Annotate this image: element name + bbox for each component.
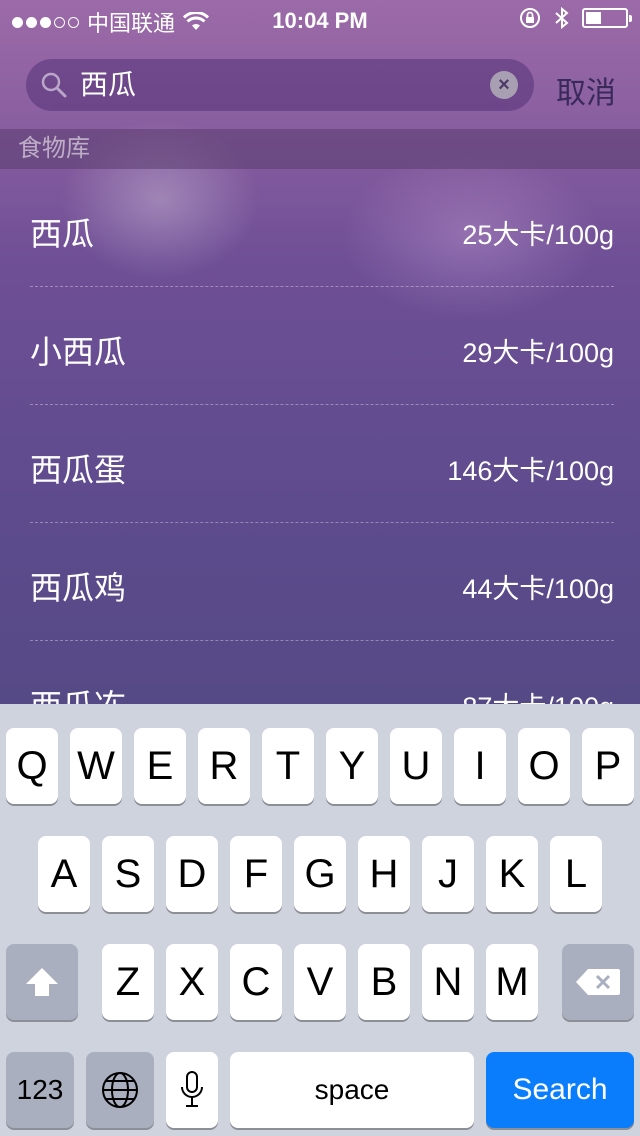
list-item[interactable]: 西瓜鸡 44大卡/100g — [0, 523, 640, 641]
key-d[interactable]: D — [166, 836, 218, 912]
status-right — [518, 6, 632, 30]
food-calories: 44大卡/100g — [462, 574, 614, 604]
dictation-key[interactable] — [166, 1052, 218, 1128]
globe-key[interactable] — [86, 1052, 154, 1128]
food-calories: 29大卡/100g — [462, 338, 614, 368]
key-f[interactable]: F — [230, 836, 282, 912]
food-calories: 146大卡/100g — [447, 456, 614, 486]
list-item[interactable]: 西瓜蛋 146大卡/100g — [0, 405, 640, 523]
key-g[interactable]: G — [294, 836, 346, 912]
list-item[interactable]: 西瓜 25大卡/100g — [0, 169, 640, 287]
food-calories: 25大卡/100g — [462, 220, 614, 250]
key-p[interactable]: P — [582, 728, 634, 804]
key-r[interactable]: R — [198, 728, 250, 804]
key-v[interactable]: V — [294, 944, 346, 1020]
backspace-icon — [576, 969, 620, 995]
key-b[interactable]: B — [358, 944, 410, 1020]
status-bar: 中国联通 10:04 PM — [0, 0, 640, 40]
food-name: 小西瓜 — [30, 334, 127, 370]
keyboard: Q W E R T Y U I O P A S D F G H J K L Z … — [0, 704, 640, 1136]
bluetooth-icon — [555, 6, 569, 30]
search-input[interactable]: 西瓜 — [80, 67, 500, 103]
food-name: 西瓜冻 — [30, 681, 126, 704]
shift-icon — [26, 968, 58, 996]
list-item[interactable]: 西瓜冻 87大卡/100g — [0, 641, 640, 704]
key-i[interactable]: I — [454, 728, 506, 804]
key-e[interactable]: E — [134, 728, 186, 804]
key-c[interactable]: C — [230, 944, 282, 1020]
list-item[interactable]: 小西瓜 29大卡/100g — [0, 287, 640, 405]
key-a[interactable]: A — [38, 836, 90, 912]
numbers-key[interactable]: 123 — [6, 1052, 74, 1128]
food-name: 西瓜 — [30, 216, 95, 252]
search-bar[interactable]: 西瓜 × — [26, 59, 534, 111]
search-icon — [41, 72, 67, 98]
clear-search-icon[interactable]: × — [490, 71, 518, 99]
battery-fill — [586, 12, 601, 24]
section-header: 食物库 — [0, 129, 640, 169]
key-x[interactable]: X — [166, 944, 218, 1020]
battery-icon — [582, 8, 632, 28]
food-calories: 87大卡/100g — [462, 685, 614, 704]
key-q[interactable]: Q — [6, 728, 58, 804]
shift-key[interactable] — [6, 944, 78, 1020]
food-name: 西瓜鸡 — [30, 570, 127, 606]
rotation-lock-icon — [520, 8, 540, 28]
food-list: 西瓜 25大卡/100g 小西瓜 29大卡/100g 西瓜蛋 146大卡/100… — [0, 169, 640, 704]
key-z[interactable]: Z — [102, 944, 154, 1020]
microphone-icon — [181, 1071, 203, 1107]
key-j[interactable]: J — [422, 836, 474, 912]
key-l[interactable]: L — [550, 836, 602, 912]
key-h[interactable]: H — [358, 836, 410, 912]
key-t[interactable]: T — [262, 728, 314, 804]
key-w[interactable]: W — [70, 728, 122, 804]
key-s[interactable]: S — [102, 836, 154, 912]
globe-icon — [102, 1072, 138, 1108]
delete-key[interactable] — [562, 944, 634, 1020]
key-u[interactable]: U — [390, 728, 442, 804]
key-o[interactable]: O — [518, 728, 570, 804]
food-name: 西瓜蛋 — [30, 452, 127, 488]
space-key[interactable]: space — [230, 1052, 474, 1128]
cancel-button[interactable]: 取消 — [556, 68, 616, 112]
search-key[interactable]: Search — [486, 1052, 634, 1128]
key-k[interactable]: K — [486, 836, 538, 912]
key-n[interactable]: N — [422, 944, 474, 1020]
key-m[interactable]: M — [486, 944, 538, 1020]
key-y[interactable]: Y — [326, 728, 378, 804]
